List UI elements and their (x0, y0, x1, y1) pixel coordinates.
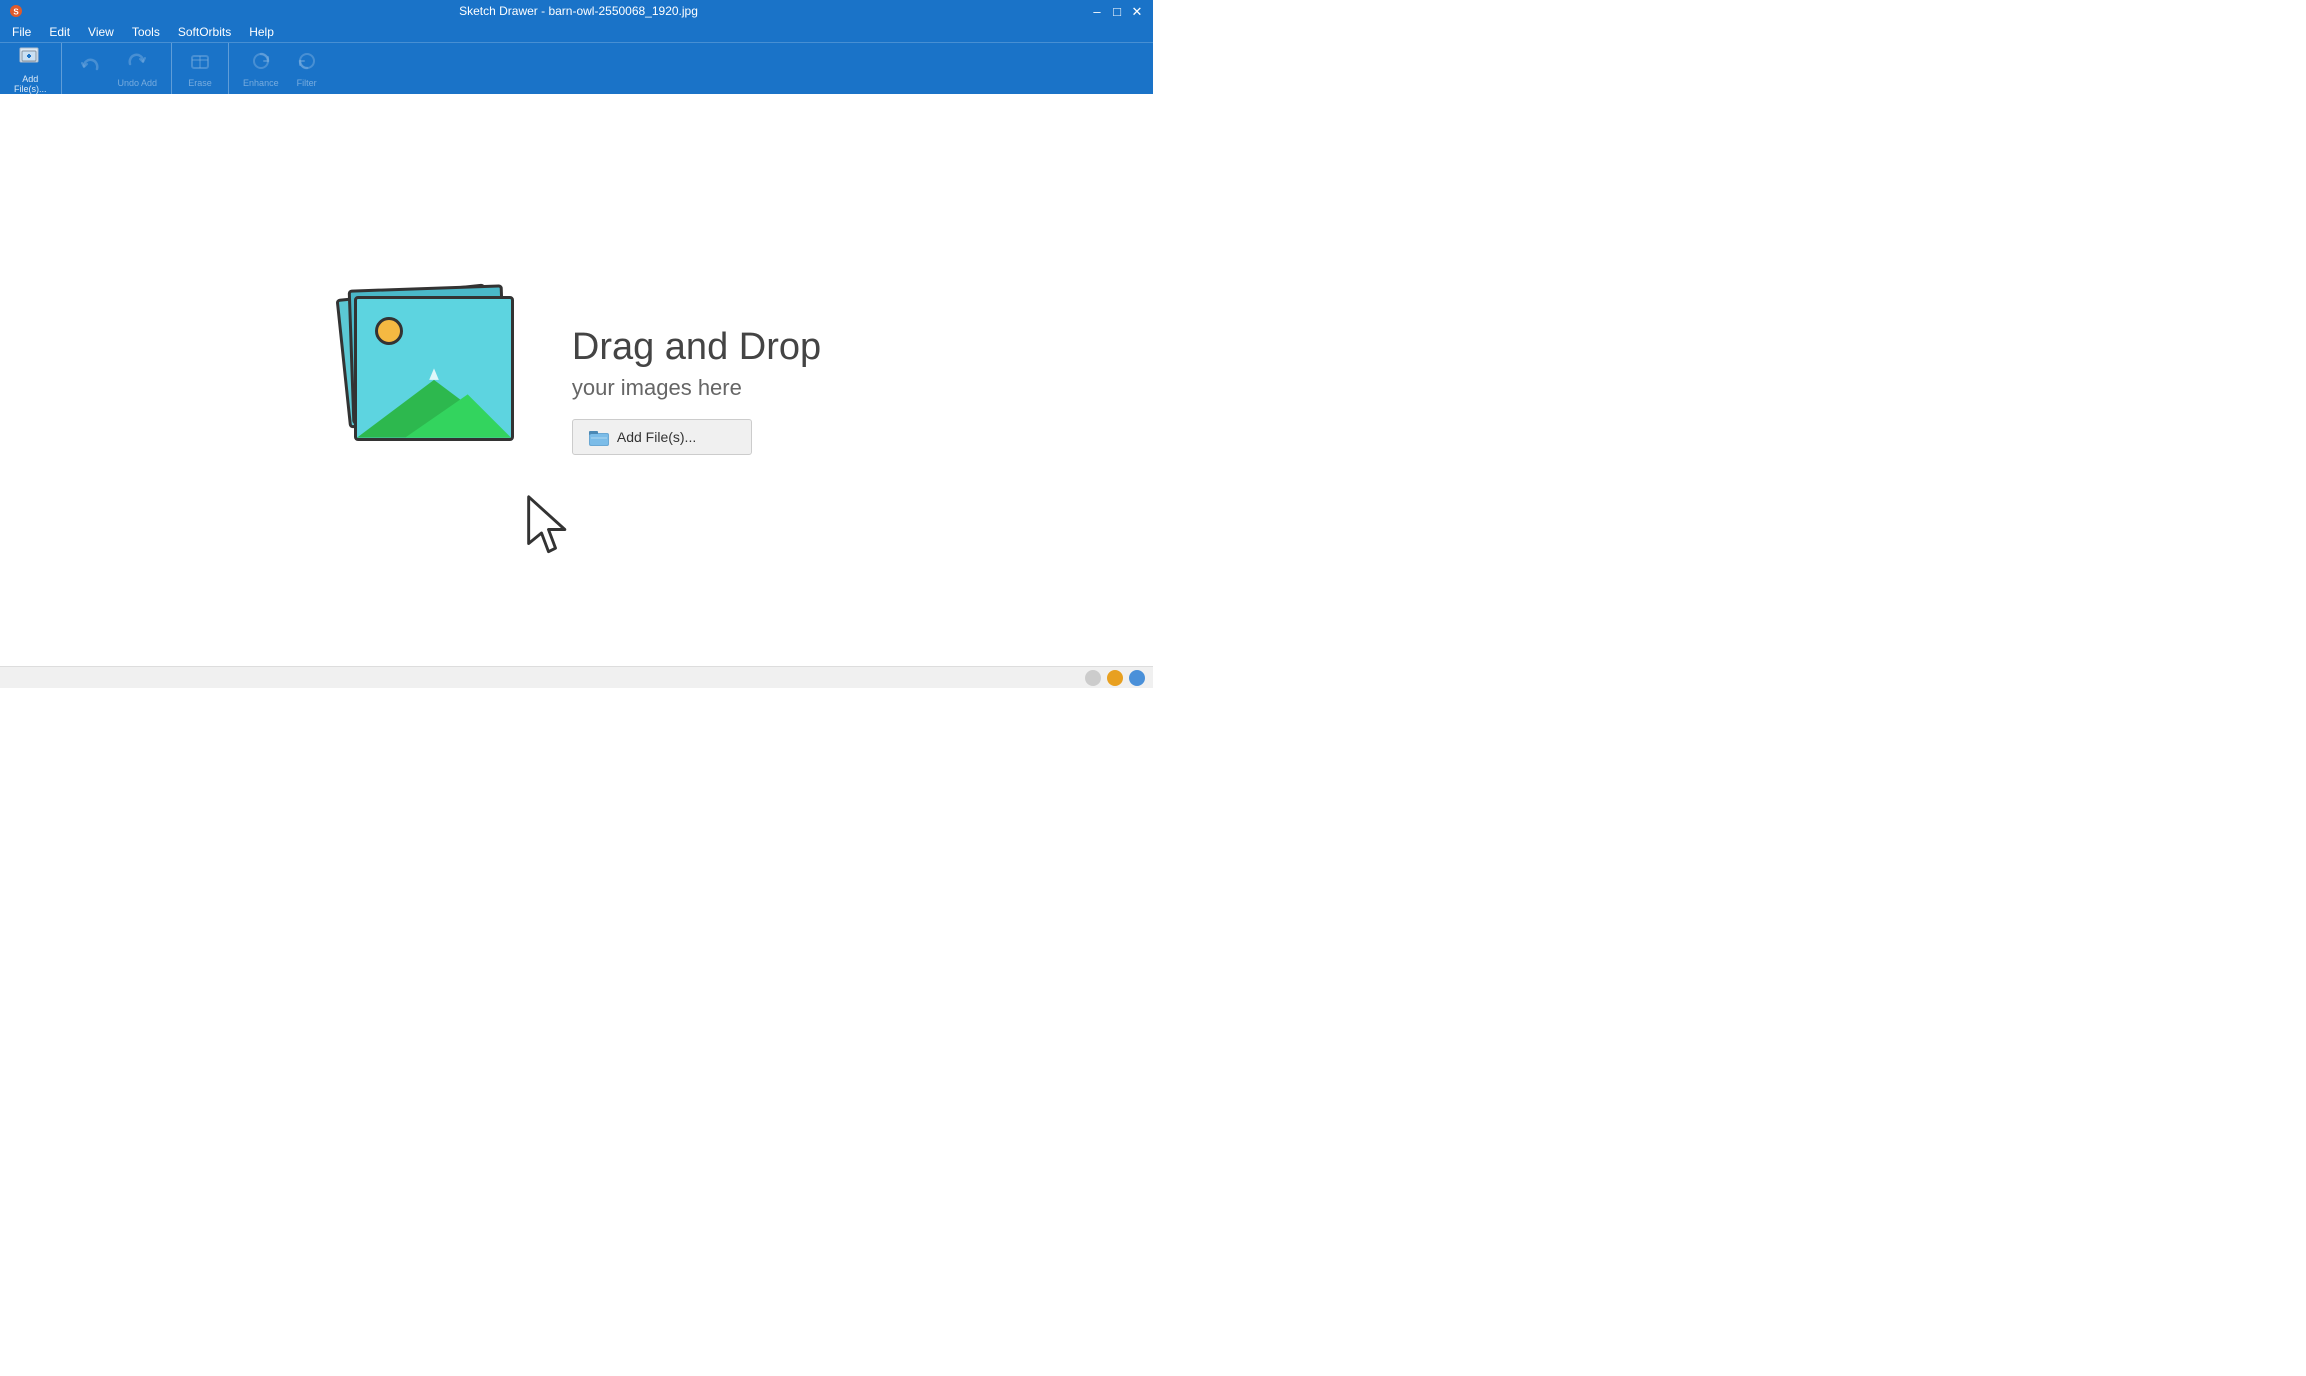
add-files-btn-label: Add File(s)... (617, 429, 696, 445)
add-files-label: AddFile(s)... (14, 74, 47, 94)
svg-text:S: S (13, 8, 19, 17)
drag-drop-heading: Drag and Drop (572, 327, 821, 369)
undo-icon (79, 55, 101, 81)
erase-label: Erase (188, 78, 212, 88)
close-button[interactable]: ✕ (1129, 3, 1145, 19)
filter-label: Filter (297, 78, 317, 88)
cursor-icon (522, 491, 582, 561)
folder-icon (589, 428, 609, 446)
main-content: Drag and Drop your images here Add File(… (0, 94, 1153, 688)
window-controls: – □ ✕ (1089, 3, 1145, 19)
menu-tools[interactable]: Tools (124, 23, 168, 41)
maximize-button[interactable]: □ (1109, 3, 1125, 19)
menu-softorbits[interactable]: SoftOrbits (170, 23, 239, 41)
drop-illustration (332, 281, 532, 501)
minimize-button[interactable]: – (1089, 3, 1105, 19)
toolbar-group-erase: Erase (180, 43, 229, 94)
menu-help[interactable]: Help (241, 23, 282, 41)
status-icon-1 (1085, 670, 1101, 686)
filter-button[interactable]: Filter (287, 46, 327, 92)
enhance-icon (250, 50, 272, 76)
menu-file[interactable]: File (4, 23, 39, 41)
erase-button[interactable]: Erase (180, 46, 220, 92)
enhance-button[interactable]: Enhance (237, 46, 285, 92)
menu-view[interactable]: View (80, 23, 122, 41)
app-icon: S (9, 4, 23, 18)
toolbar-group-undoredo: Undo Add (70, 43, 173, 94)
add-files-button[interactable]: Add File(s)... (572, 419, 752, 455)
drop-text-section: Drag and Drop your images here Add File(… (572, 327, 821, 455)
undo-button[interactable] (70, 51, 110, 87)
add-files-toolbar-button[interactable]: AddFile(s)... (8, 40, 53, 98)
erase-icon (189, 50, 211, 76)
window-title: Sketch Drawer - barn-owl-2550068_1920.jp… (68, 4, 1089, 18)
redo-button[interactable]: Undo Add (112, 46, 164, 92)
title-bar: S Sketch Drawer - barn-owl-2550068_1920.… (0, 0, 1153, 22)
menu-edit[interactable]: Edit (41, 23, 78, 41)
redo-icon (126, 50, 148, 76)
toolbar-group-add: AddFile(s)... (8, 43, 62, 94)
enhance-label: Enhance (243, 78, 279, 88)
redo-label: Undo Add (118, 78, 158, 88)
status-icon-3 (1129, 670, 1145, 686)
sun-decoration (375, 317, 403, 345)
drop-area: Drag and Drop your images here Add File(… (332, 281, 821, 501)
add-files-icon (18, 44, 42, 72)
status-bar (0, 666, 1153, 688)
drag-drop-subheading: your images here (572, 375, 821, 401)
image-card-front (354, 296, 514, 441)
menu-bar: File Edit View Tools SoftOrbits Help (0, 22, 1153, 42)
mountain-decoration (357, 351, 511, 438)
status-icon-2 (1107, 670, 1123, 686)
filter-icon (296, 50, 318, 76)
toolbar: AddFile(s)... Undo Add (0, 42, 1153, 94)
toolbar-group-process: Enhance Filter (237, 43, 335, 94)
